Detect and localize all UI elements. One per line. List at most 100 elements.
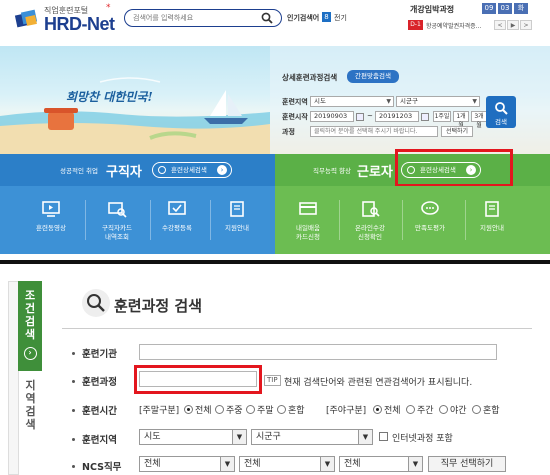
bullet-dot — [72, 409, 75, 412]
menu-item-label: 훈련동영상 — [36, 224, 66, 232]
banner-date-from[interactable]: 20190903 — [310, 111, 354, 122]
bullet-dot — [72, 380, 75, 383]
radio-daynight-night[interactable] — [439, 405, 448, 414]
job-seeker-detail-search-button[interactable]: 훈련상세검색 › — [152, 162, 232, 178]
region-select[interactable]: 시도 ▼ — [139, 429, 247, 445]
upcoming-course-title: 개강임박과정 — [410, 5, 455, 14]
tab-condition-search[interactable]: 조건검색 › — [18, 281, 42, 371]
day-night-group-label: [주야구분] — [326, 406, 367, 416]
institution-input[interactable] — [139, 344, 497, 360]
ncs-select-1[interactable]: 전체 ▼ — [139, 456, 235, 472]
menu-item-support-guide[interactable]: 지원안내 — [461, 186, 523, 254]
menu-item-online-enroll[interactable]: 온라인수강 신청확인 — [339, 186, 401, 254]
job-seeker-detail-search-label: 훈련상세검색 — [171, 166, 207, 174]
menu-item-review[interactable]: 수강평등록 — [146, 186, 208, 254]
date-month: 09 — [482, 3, 496, 14]
banner-region-select[interactable]: 시도 ▼ — [310, 96, 394, 107]
banner-select-button[interactable]: 선택하기 — [441, 126, 473, 137]
popular-keyword-term[interactable]: 전기 — [334, 13, 347, 23]
tip-description: 현재 검색단어와 관련된 연관검색어가 표시됩니다. — [284, 378, 473, 388]
detailed-search-title: 상세훈련과정검색 — [282, 73, 338, 82]
banner-course-field[interactable]: 클릭하여 분야를 선택해 주시기 바랍니다. — [310, 126, 438, 137]
ncs-value: 전체 — [144, 459, 161, 469]
banner-search-button[interactable]: 검색 — [486, 96, 516, 128]
period-1month-button[interactable]: 1개월 — [453, 111, 469, 129]
search-icon[interactable] — [261, 12, 273, 24]
search-icon — [158, 166, 166, 174]
job-seeker-subtitle: 성공적인 취업 — [60, 167, 98, 175]
worker-menu: 내일배움 카드신청 온라인수강 신청확인 만족도평가 지원안내 — [275, 186, 550, 254]
radio-weekday-all[interactable] — [184, 405, 193, 414]
radio-daynight-all[interactable] — [373, 405, 382, 414]
period-3month-button[interactable]: 3개월 — [471, 111, 487, 129]
tab-condition-label: 조건검색 — [24, 289, 36, 341]
radio-label: 혼합 — [483, 406, 500, 416]
period-1week-button[interactable]: 1주일 — [433, 111, 451, 122]
hrd-logo-icon — [14, 9, 38, 28]
global-search-box[interactable] — [124, 9, 282, 27]
course-search-title: 훈련과정 검색 — [114, 297, 203, 315]
calendar-icon[interactable] — [421, 113, 429, 121]
ncs-select-2[interactable]: 전체 ▼ — [239, 456, 335, 472]
highlight-box-worker-search — [395, 149, 513, 187]
banner-search-label: 검색 — [495, 118, 507, 126]
menu-item-label: 지원안내 — [480, 224, 504, 232]
banner-slogan: 희망찬 대한민국! — [66, 90, 153, 104]
radio-weekday-weekend[interactable] — [246, 405, 255, 414]
global-search-input[interactable] — [133, 12, 257, 24]
radio-label: 주말 — [257, 406, 274, 416]
date-weekday: 화 — [514, 3, 528, 14]
simple-search-button[interactable]: 간편맞춤검색 — [347, 70, 399, 83]
bullet-dot — [72, 465, 75, 468]
credit-card-icon — [299, 202, 317, 215]
tab-area-label: 지역검색 — [25, 379, 36, 431]
worker-subtitle: 직무능력 향상 — [313, 167, 351, 175]
tip-badge: TIP — [264, 375, 281, 386]
chat-bubble-icon — [421, 201, 439, 215]
banner-region-value: 시도 — [314, 97, 326, 105]
radio-weekday-weekday[interactable] — [215, 405, 224, 414]
popular-keyword-label: 인기검색어 : — [287, 14, 325, 22]
menu-item-tomorrow-card[interactable]: 내일배움 카드신청 — [277, 186, 339, 254]
internet-course-checkbox[interactable] — [379, 432, 388, 441]
logo-title[interactable]: HRD-Net — [44, 14, 115, 35]
menu-item-card-history[interactable]: 구직자카드 내역조회 — [86, 186, 148, 254]
ncs-select-3[interactable]: 전체 ▼ — [339, 456, 423, 472]
play-button[interactable]: ▶ — [507, 20, 519, 30]
banner-district-select[interactable]: 시군구 ▼ — [396, 96, 480, 107]
radio-daynight-mixed[interactable] — [472, 405, 481, 414]
dday-badge: D-1 — [408, 20, 423, 30]
logo-star-icon: * — [106, 3, 111, 13]
menu-item-label: 구직자카드 내역조회 — [102, 224, 132, 241]
weekday-group-label: [주말구분] — [139, 406, 180, 416]
prev-button[interactable]: < — [494, 20, 506, 30]
chevron-right-icon: › — [217, 165, 227, 175]
upcoming-course-name[interactable]: 항공예약발권자격증... — [426, 21, 492, 30]
menu-item-support-guide[interactable]: 지원안내 — [206, 186, 268, 254]
job-seeker-menu: 훈련동영상 구직자카드 내역조회 수강평등록 지원안내 — [0, 186, 275, 254]
job-select-button[interactable]: 직무 선택하기 — [428, 456, 506, 472]
radio-daynight-day[interactable] — [406, 405, 415, 414]
banner-region-label: 훈련지역 — [282, 98, 308, 106]
highlight-box-course-input — [134, 365, 262, 394]
tab-area-search[interactable]: 지역검색 — [18, 371, 42, 475]
menu-item-satisfaction[interactable]: 만족도평가 — [399, 186, 461, 254]
calendar-icon[interactable] — [356, 113, 364, 121]
radio-label: 주간 — [417, 406, 434, 416]
menu-item-label: 수강평등록 — [162, 224, 192, 232]
region-label: 훈련지역 — [82, 435, 117, 446]
menu-item-label: 만족도평가 — [415, 224, 445, 232]
bullet-dot — [72, 438, 75, 441]
document-search-icon — [362, 201, 380, 217]
district-select[interactable]: 시군구 ▼ — [251, 429, 373, 445]
radio-weekday-mixed[interactable] — [277, 405, 286, 414]
chevron-right-icon: › — [23, 347, 37, 360]
institution-label: 훈련기관 — [82, 349, 117, 360]
chevron-down-icon: ▼ — [472, 98, 477, 105]
next-button[interactable]: > — [520, 20, 532, 30]
radio-label: 전체 — [384, 406, 401, 416]
ncs-value: 전체 — [344, 459, 361, 469]
banner-course-label: 과정 — [282, 128, 295, 136]
menu-item-training-video[interactable]: 훈련동영상 — [20, 186, 82, 254]
banner-date-to[interactable]: 20191203 — [375, 111, 419, 122]
